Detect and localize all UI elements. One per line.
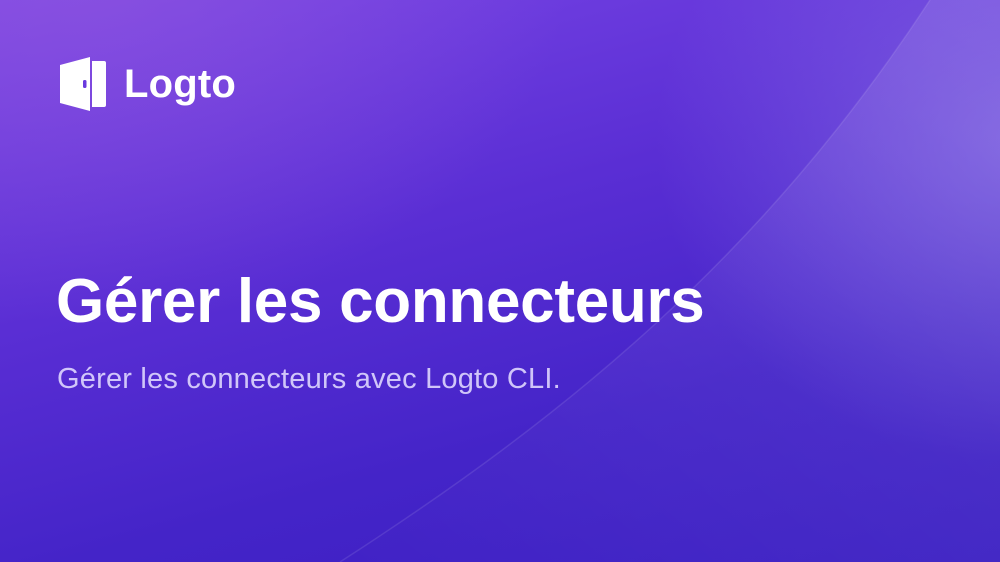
brand: Logto [58, 54, 236, 114]
page-subtitle: Gérer les connecteurs avec Logto CLI. [57, 363, 561, 395]
brand-name: Logto [124, 62, 237, 106]
page-title: Gérer les connecteurs [56, 267, 705, 336]
door-logo-icon [60, 57, 106, 111]
